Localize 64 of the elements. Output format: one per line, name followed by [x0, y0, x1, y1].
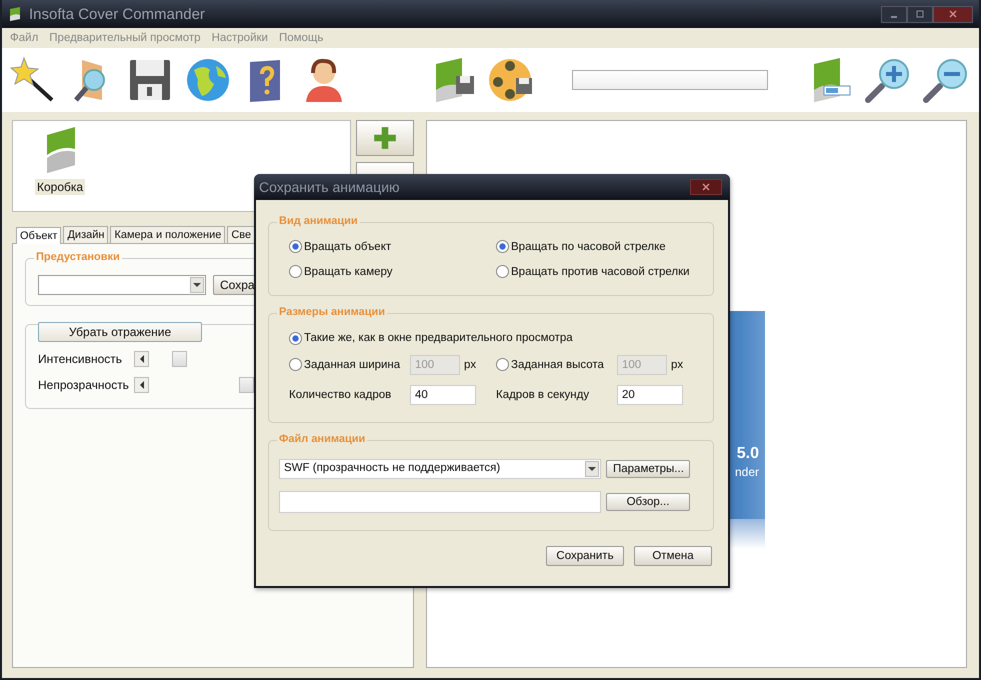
- file-path-input[interactable]: [279, 490, 601, 512]
- slider-label: Интенсивность: [38, 352, 124, 366]
- radio-option[interactable]: Вращать объект: [289, 240, 496, 253]
- maximize-button[interactable]: [907, 6, 933, 22]
- minimize-button[interactable]: [881, 6, 907, 22]
- tab[interactable]: Све: [227, 226, 256, 243]
- radio-button[interactable]: [289, 265, 302, 278]
- radio-button[interactable]: [289, 240, 302, 253]
- zoom-in-button[interactable]: [864, 56, 912, 104]
- slider-thumb[interactable]: [239, 377, 254, 393]
- left-arrow-icon: [140, 381, 144, 389]
- caret-icon: [585, 460, 599, 476]
- field-label: Кадров в секунду: [496, 388, 590, 400]
- web-button[interactable]: [184, 56, 232, 104]
- maximize-icon: [915, 9, 925, 19]
- radio-button[interactable]: [289, 332, 302, 344]
- radio-option[interactable]: Вращать по часовой стрелке: [496, 240, 703, 253]
- number-input[interactable]: 40: [410, 384, 476, 404]
- plus-icon: [372, 125, 398, 151]
- remove-reflection-button[interactable]: Убрать отражение: [38, 322, 202, 342]
- zoom-in-icon: [864, 56, 912, 104]
- radio-option[interactable]: Вращать камеру: [289, 265, 496, 278]
- window-title: Insofta Cover Commander: [29, 6, 205, 22]
- cover-text: nder: [734, 465, 759, 479]
- slider-left-button[interactable]: [134, 351, 149, 367]
- dialog-title: Сохранить анимацию: [259, 179, 400, 195]
- group-label: Предустановки: [34, 251, 122, 263]
- add-button[interactable]: [356, 120, 414, 156]
- close-icon: [948, 9, 958, 19]
- left-arrow-icon: [140, 355, 144, 363]
- preset-dropdown[interactable]: [38, 275, 206, 295]
- object-label: Коробка: [35, 179, 86, 195]
- globe-icon: [184, 56, 232, 104]
- group-label: Файл анимации: [277, 433, 368, 445]
- slider-label: Непрозрачность: [38, 378, 130, 392]
- tab[interactable]: Камера и положение: [110, 226, 226, 243]
- object-item[interactable]: Коробка: [33, 125, 88, 197]
- radio-button[interactable]: [496, 240, 509, 253]
- dialog-button[interactable]: Отмена: [634, 546, 712, 566]
- slider-thumb[interactable]: [172, 351, 188, 367]
- number-input[interactable]: 20: [617, 384, 683, 404]
- tab[interactable]: Объект: [16, 227, 62, 244]
- format-dropdown[interactable]: SWF (прозрачность не поддерживается): [279, 458, 601, 478]
- caret-icon: [190, 277, 204, 293]
- parameters-button[interactable]: Параметры...: [606, 460, 690, 478]
- dialog-button[interactable]: Сохранить: [546, 546, 624, 566]
- radio-button[interactable]: [496, 265, 509, 278]
- unit-label: px: [464, 358, 476, 370]
- browse-button[interactable]: Обзор...: [606, 492, 690, 510]
- radio-option[interactable]: Такие же, как в окне предварительного просмотра: [289, 332, 703, 344]
- field-label: Количество кадров: [289, 388, 392, 400]
- close-button[interactable]: [933, 6, 973, 22]
- zoom-out-icon: [922, 56, 970, 104]
- unit-label: px: [671, 358, 684, 370]
- minimize-icon: [891, 16, 897, 18]
- radio-option[interactable]: Вращать против часовой стрелки: [496, 265, 703, 278]
- close-button[interactable]: [690, 179, 722, 195]
- slider-left-button[interactable]: [134, 377, 149, 393]
- close-icon: [701, 182, 711, 192]
- zoom-out-button[interactable]: [922, 56, 970, 104]
- tab[interactable]: Дизайн: [63, 226, 108, 243]
- group-label: Размеры анимации: [277, 306, 387, 318]
- cover-text: 5.0: [736, 445, 759, 463]
- group-label: Вид анимации: [277, 215, 360, 227]
